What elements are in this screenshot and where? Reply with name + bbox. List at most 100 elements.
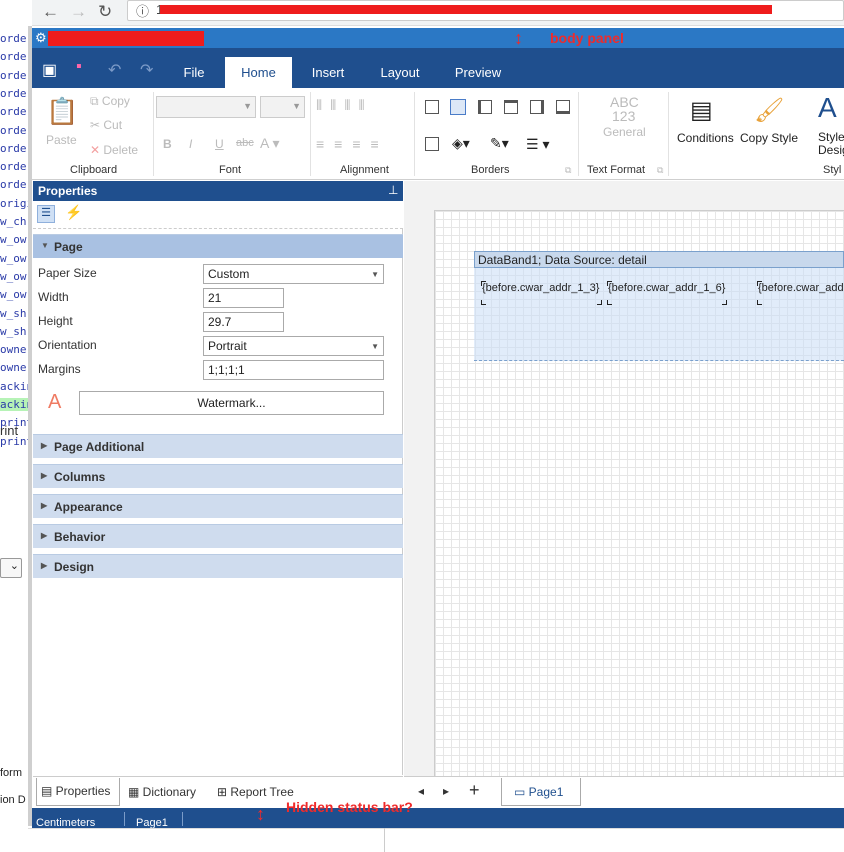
border-bottom-icon[interactable] (556, 100, 570, 114)
horizontal-align-icons[interactable]: ≡≡≡≡ (316, 136, 389, 152)
databand-header[interactable]: DataBand1; Data Source: detail (474, 251, 844, 268)
copy-button[interactable]: ⧉ Copy (90, 94, 130, 109)
border-none-icon[interactable] (450, 99, 466, 115)
category-columns[interactable]: ▶ Columns (33, 464, 403, 488)
delete-label: Delete (103, 143, 139, 157)
font-name-combo[interactable]: ▼ (156, 96, 256, 118)
forward-icon[interactable]: → (70, 2, 87, 22)
annotation-hidden-status-bar: Hidden status bar? (286, 799, 413, 815)
border-left-icon[interactable] (478, 100, 492, 114)
paste-icon[interactable]: 📋 (46, 96, 78, 127)
border-all-icon[interactable] (425, 100, 439, 114)
redaction-bar (160, 5, 772, 14)
field-corner (481, 300, 486, 305)
italic-button[interactable]: I (189, 137, 192, 151)
chevron-right-icon: ▶ (41, 471, 48, 480)
tab-insert[interactable]: Insert (300, 57, 356, 88)
undo-icon[interactable]: ↶ (108, 60, 121, 80)
tab-file[interactable]: File (170, 57, 218, 88)
border-outline-icon[interactable] (425, 137, 439, 151)
background-select[interactable]: ⌄ (0, 558, 22, 578)
font-color-icon[interactable]: A ▾ (260, 135, 279, 152)
watermark-icon: A (48, 391, 62, 413)
strikethrough-button[interactable]: abc (236, 137, 254, 149)
text-format-launcher-icon[interactable]: ⧉ (657, 165, 663, 176)
border-style-icon[interactable]: ☰ ▾ (526, 136, 549, 153)
orientation-select[interactable]: Portrait ▼ (203, 336, 384, 356)
add-page-icon[interactable]: + (469, 780, 480, 801)
conditions-button[interactable]: Conditions (677, 131, 734, 145)
chevron-right-icon: ▶ (41, 441, 48, 450)
background-option-label: ion D (0, 794, 26, 806)
font-size-combo[interactable]: ▼ (260, 96, 305, 118)
width-input[interactable]: 21 (203, 288, 284, 308)
bold-button[interactable]: B (163, 137, 172, 151)
style-designer-button[interactable]: Style Design (818, 131, 844, 157)
properties-list-icon[interactable]: ☰ (37, 205, 55, 223)
category-label: Columns (54, 470, 106, 484)
background-code-line: orders (0, 123, 28, 137)
text-field-addr-1-6[interactable]: {before.cwar_addr_1_6} (608, 282, 725, 294)
width-label: Width (38, 290, 69, 304)
height-input[interactable]: 29.7 (203, 312, 284, 332)
cut-button[interactable]: ✂ Cut (90, 118, 122, 132)
pin-icon[interactable]: ⊥ (388, 183, 398, 197)
save-icon[interactable]: ▣ (42, 60, 57, 80)
redaction-title (48, 31, 204, 46)
background-code-line: orders (0, 141, 28, 155)
gear-icon[interactable]: ⚙ (35, 30, 47, 46)
back-icon[interactable]: ← (42, 2, 59, 22)
chevron-right-icon[interactable]: ▸ (443, 784, 449, 798)
font-group-label: Font (219, 164, 242, 176)
report-tree-tab[interactable]: ⊞ Report Tree (217, 785, 294, 799)
chevron-down-icon: ▼ (371, 270, 379, 279)
watermark-button[interactable]: Watermark... (79, 391, 384, 415)
chevron-left-icon[interactable]: ◂ (418, 784, 424, 798)
orientation-value: Portrait (208, 339, 247, 353)
paste-button[interactable]: Paste (46, 133, 77, 147)
category-design[interactable]: ▶ Design (33, 554, 403, 578)
background-code-line: w_ch (0, 215, 27, 228)
delete-button[interactable]: ✕ Delete (90, 143, 138, 157)
background-code-line: w_sh (0, 306, 27, 320)
properties-tab[interactable]: ▤ Properties (36, 778, 120, 806)
paper-size-select[interactable]: Custom ▼ (203, 264, 384, 284)
underline-button[interactable]: U (215, 137, 224, 151)
events-icon[interactable]: ⚡ (65, 204, 82, 221)
cut-icon: ✂ (90, 118, 104, 132)
border-top-icon[interactable] (504, 100, 518, 114)
border-color-icon[interactable]: ✎▾ (490, 135, 509, 152)
copy-style-button[interactable]: Copy Style (740, 131, 798, 145)
copy-style-icon[interactable]: 🖌 (754, 96, 784, 125)
background-code-line: orders (0, 68, 28, 82)
category-appearance[interactable]: ▶ Appearance (33, 494, 403, 518)
vertical-align-icons[interactable]: ⦀⦀⦀⦀ (316, 97, 373, 114)
text-field-addr[interactable]: {before.cwar_add (758, 282, 844, 294)
background-code-line: orders (0, 105, 28, 119)
field-corner (757, 281, 762, 286)
page-tab[interactable]: ▭ Page1 (501, 778, 581, 806)
info-icon[interactable]: ⓘ (136, 1, 149, 20)
dictionary-tab[interactable]: ▦ Dictionary (128, 785, 196, 799)
margins-input[interactable]: 1;1;1;1 (203, 360, 384, 380)
category-page[interactable]: ▼ Page (33, 234, 403, 258)
tab-layout[interactable]: Layout (370, 57, 430, 88)
text-field-addr-1-3[interactable]: {before.cwar_addr_1_3} (482, 282, 599, 294)
style-designer-icon[interactable]: A (818, 92, 837, 124)
redo-icon[interactable]: ↷ (140, 60, 153, 80)
save-all-icon[interactable]: ▪ (76, 58, 82, 76)
tab-home[interactable]: Home (225, 57, 292, 88)
category-page-additional[interactable]: ▶ Page Additional (33, 434, 403, 458)
page-footer-area (28, 828, 844, 852)
background-code-line: orders (0, 178, 28, 192)
ribbon-separator (578, 92, 579, 176)
ribbon-separator (310, 92, 311, 176)
category-behavior[interactable]: ▶ Behavior (33, 524, 403, 548)
border-right-icon[interactable] (530, 100, 544, 114)
reload-icon[interactable]: ↻ (98, 2, 112, 22)
borders-launcher-icon[interactable]: ⧉ (565, 165, 571, 176)
tab-preview[interactable]: Preview (444, 57, 512, 88)
text-format-general: General (603, 125, 646, 139)
conditions-icon[interactable]: ▤ (690, 96, 713, 125)
fill-color-icon[interactable]: ◈▾ (452, 135, 470, 152)
